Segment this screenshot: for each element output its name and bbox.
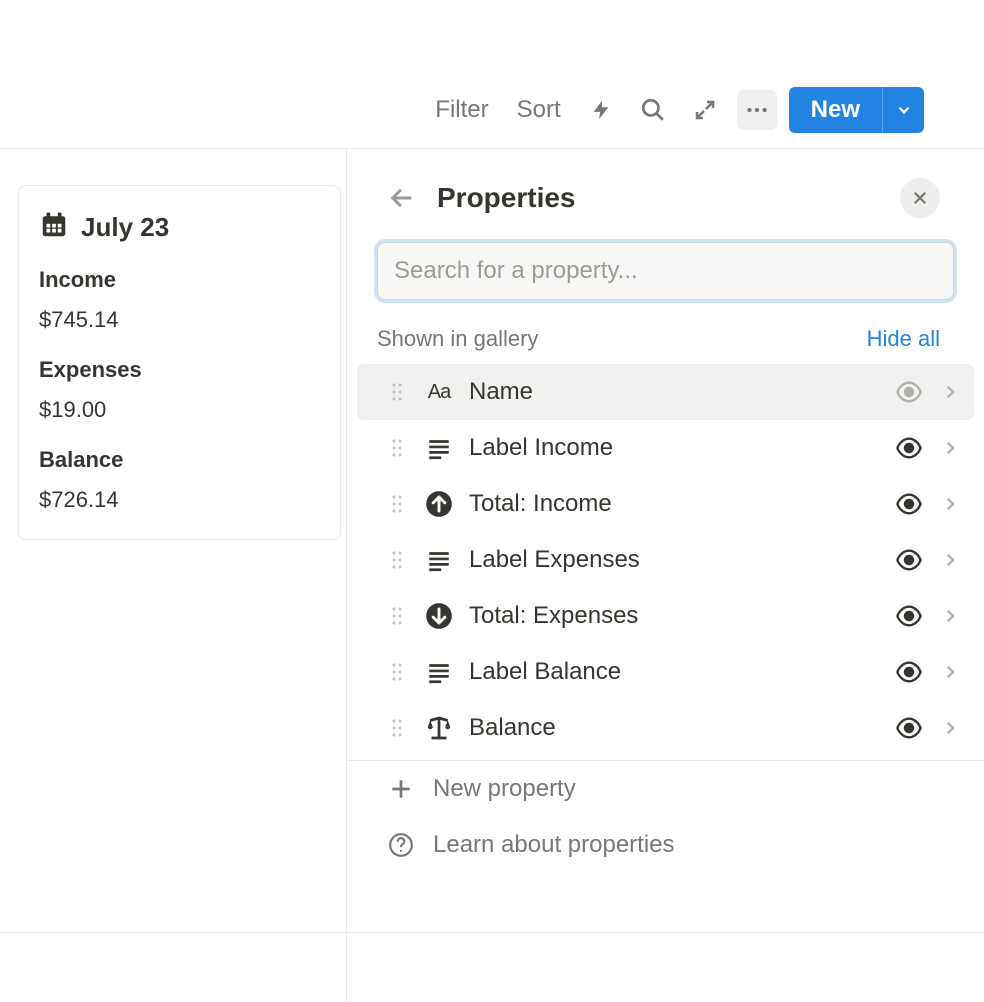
help-icon xyxy=(385,829,417,861)
property-label: Label Income xyxy=(469,434,892,462)
property-row-label-income[interactable]: Label Income xyxy=(357,420,974,476)
close-button[interactable] xyxy=(900,178,940,218)
new-property-label: New property xyxy=(433,775,576,803)
chevron-right-icon[interactable] xyxy=(936,490,964,518)
visibility-toggle[interactable] xyxy=(892,711,926,745)
card-value-balance: $726.14 xyxy=(39,487,320,513)
expand-icon[interactable] xyxy=(685,90,725,130)
property-row-label-balance[interactable]: Label Balance xyxy=(357,644,974,700)
new-property-button[interactable]: New property xyxy=(347,761,984,817)
bottom-divider xyxy=(0,932,984,933)
more-icon[interactable] xyxy=(737,90,777,130)
chevron-right-icon[interactable] xyxy=(936,546,964,574)
drag-handle-icon[interactable] xyxy=(387,382,407,402)
property-label: Total: Income xyxy=(469,490,892,518)
arrow-down-circle-icon xyxy=(423,600,455,632)
visibility-toggle[interactable] xyxy=(892,375,926,409)
property-row-balance[interactable]: Balance xyxy=(357,700,974,756)
property-list: Aa Name Label Income xyxy=(347,364,984,756)
text-type-icon: Aa xyxy=(423,376,455,408)
card-label-income: Income xyxy=(39,267,320,293)
section-header: Shown in gallery Hide all xyxy=(347,326,984,364)
card-label-balance: Balance xyxy=(39,447,320,473)
visibility-toggle[interactable] xyxy=(892,655,926,689)
text-lines-icon xyxy=(423,656,455,688)
new-button[interactable]: New xyxy=(789,87,882,133)
property-label: Label Expenses xyxy=(469,546,892,574)
chevron-right-icon[interactable] xyxy=(936,714,964,742)
property-label: Name xyxy=(469,378,892,406)
drag-handle-icon[interactable] xyxy=(387,550,407,570)
property-row-name[interactable]: Aa Name xyxy=(357,364,974,420)
card-title-row: July 23 xyxy=(39,210,320,245)
drag-handle-icon[interactable] xyxy=(387,718,407,738)
property-row-total-expenses[interactable]: Total: Expenses xyxy=(357,588,974,644)
search-icon[interactable] xyxy=(633,90,673,130)
lightning-icon[interactable] xyxy=(581,90,621,130)
learn-properties-label: Learn about properties xyxy=(433,831,675,859)
hide-all-button[interactable]: Hide all xyxy=(867,326,940,352)
plus-icon xyxy=(385,773,417,805)
chevron-right-icon[interactable] xyxy=(936,602,964,630)
calendar-icon xyxy=(39,210,69,245)
property-label: Total: Expenses xyxy=(469,602,892,630)
new-dropdown-chevron[interactable] xyxy=(882,87,924,133)
gallery-card[interactable]: July 23 Income $745.14 Expenses $19.00 B… xyxy=(18,185,341,540)
properties-panel: Properties Shown in gallery Hide all Aa … xyxy=(346,148,984,1002)
balance-scale-icon xyxy=(423,712,455,744)
property-row-label-expenses[interactable]: Label Expenses xyxy=(357,532,974,588)
property-label: Balance xyxy=(469,714,892,742)
chevron-right-icon[interactable] xyxy=(936,434,964,462)
search-input[interactable] xyxy=(377,242,954,300)
visibility-toggle[interactable] xyxy=(892,543,926,577)
panel-title: Properties xyxy=(437,182,882,214)
card-value-expenses: $19.00 xyxy=(39,397,320,423)
chevron-right-icon[interactable] xyxy=(936,658,964,686)
new-button-group: New xyxy=(789,87,924,133)
card-value-income: $745.14 xyxy=(39,307,320,333)
drag-handle-icon[interactable] xyxy=(387,662,407,682)
visibility-toggle[interactable] xyxy=(892,487,926,521)
sort-button[interactable]: Sort xyxy=(509,90,569,130)
back-button[interactable] xyxy=(385,181,419,215)
visibility-toggle[interactable] xyxy=(892,431,926,465)
drag-handle-icon[interactable] xyxy=(387,606,407,626)
panel-header: Properties xyxy=(347,148,984,242)
arrow-up-circle-icon xyxy=(423,488,455,520)
section-title: Shown in gallery xyxy=(377,326,538,352)
drag-handle-icon[interactable] xyxy=(387,494,407,514)
text-lines-icon xyxy=(423,432,455,464)
text-lines-icon xyxy=(423,544,455,576)
drag-handle-icon[interactable] xyxy=(387,438,407,458)
filter-button[interactable]: Filter xyxy=(427,90,496,130)
card-title: July 23 xyxy=(81,212,169,243)
search-wrap xyxy=(347,242,984,326)
property-row-total-income[interactable]: Total: Income xyxy=(357,476,974,532)
top-toolbar: Filter Sort New xyxy=(0,80,984,140)
property-label: Label Balance xyxy=(469,658,892,686)
card-label-expenses: Expenses xyxy=(39,357,320,383)
visibility-toggle[interactable] xyxy=(892,599,926,633)
learn-properties-button[interactable]: Learn about properties xyxy=(347,817,984,873)
chevron-right-icon[interactable] xyxy=(936,378,964,406)
